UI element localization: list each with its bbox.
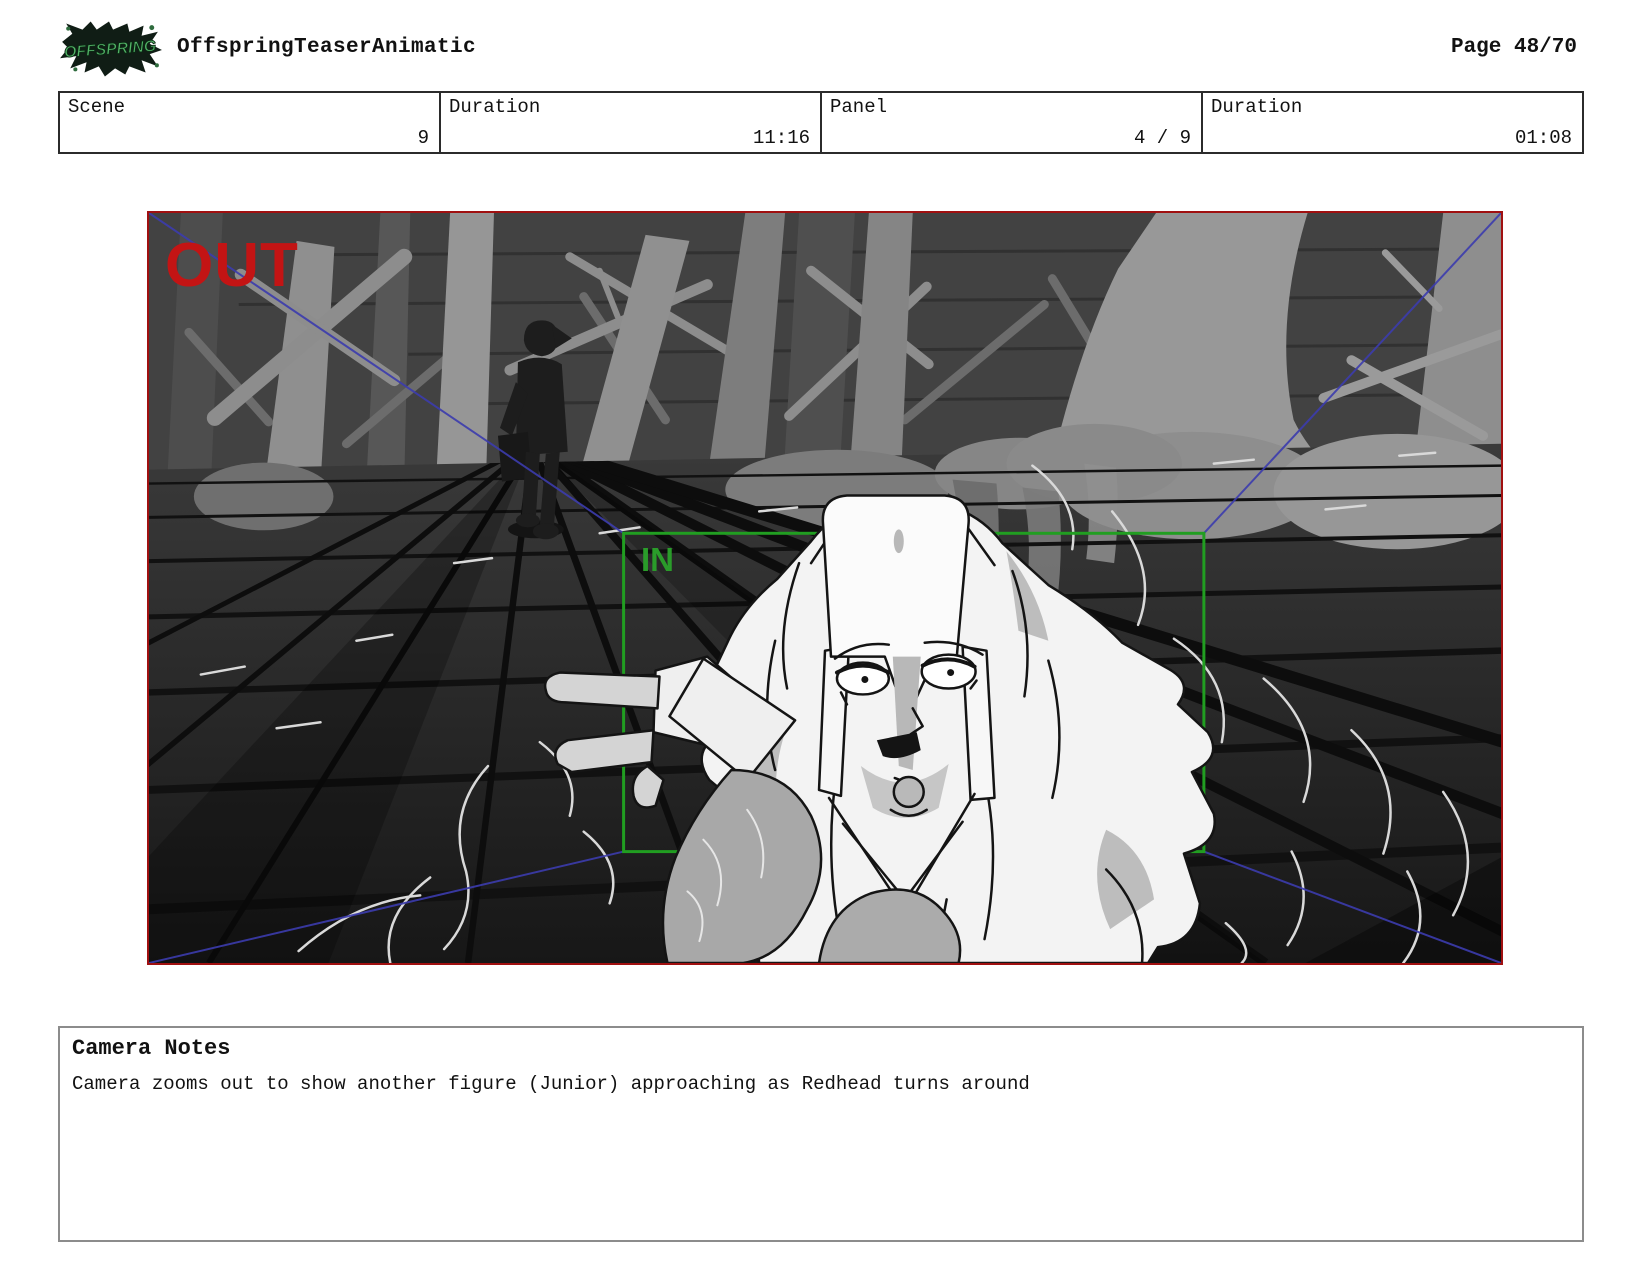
page-number: Page 48/70 (1450, 36, 1577, 59)
panel-duration-label: Duration (1211, 96, 1303, 118)
scene-duration-label: Duration (449, 96, 541, 118)
panel-label: Panel (830, 96, 888, 118)
scene-label: Scene (68, 96, 126, 118)
shot-info-table: Scene 9 Duration 11:16 Panel 4 / 9 Durat… (58, 91, 1584, 154)
storyboard-page: OFFSPRING OffspringTeaserAnimatic Page 4… (0, 0, 1650, 1275)
panel-value: 4 / 9 (1133, 127, 1191, 149)
camera-notes-body: Camera zooms out to show another figure … (72, 1073, 1030, 1095)
offspring-logo: OFFSPRING (60, 21, 162, 77)
camera-notes-box: Camera Notes Camera zooms out to show an… (58, 1026, 1584, 1242)
scene-duration-cell: Duration 11:16 (441, 93, 822, 152)
camera-notes-title: Camera Notes (72, 1036, 231, 1061)
panel-duration-cell: Duration 01:08 (1203, 93, 1582, 152)
panel-duration-value: 01:08 (1514, 127, 1572, 149)
camera-out-marker: OUT (165, 231, 299, 300)
scene-cell: Scene 9 (60, 93, 441, 152)
scene-duration-value: 11:16 (752, 127, 810, 149)
storyboard-artwork (149, 213, 1501, 963)
document-title: OffspringTeaserAnimatic (177, 36, 477, 59)
panel-cell: Panel 4 / 9 (822, 93, 1203, 152)
storyboard-panel-frame: OUT IN (147, 211, 1503, 965)
scene-value: 9 (417, 127, 429, 149)
camera-in-marker: IN (641, 541, 674, 578)
redhead-pendant (892, 775, 925, 809)
